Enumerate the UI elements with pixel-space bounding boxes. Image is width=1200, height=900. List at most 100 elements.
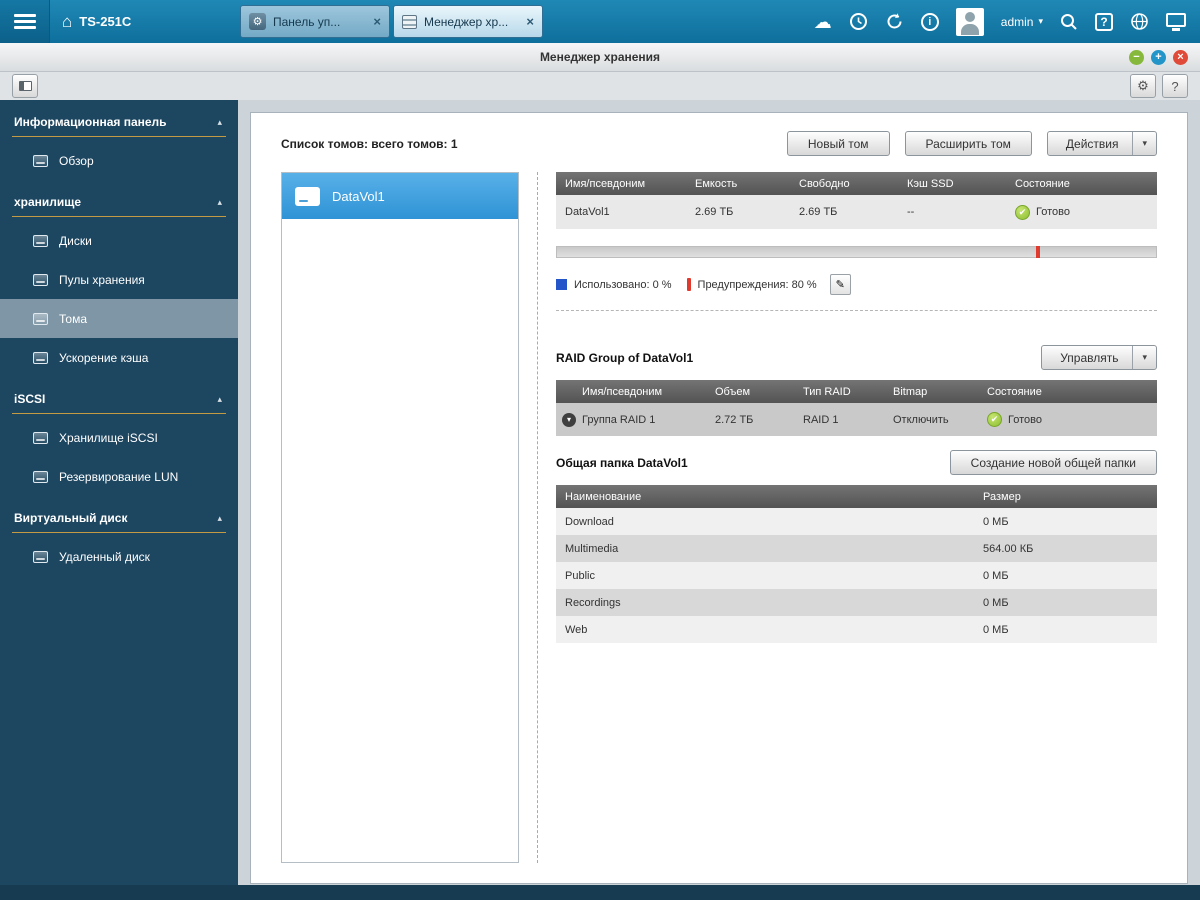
tab-label: Панель уп...	[273, 14, 341, 29]
storage-pools-icon	[33, 273, 48, 286]
user-menu[interactable]: admin ▾	[1001, 15, 1043, 29]
desktop-icon[interactable]	[1166, 12, 1186, 31]
tab-storage-manager[interactable]: Менеджер хр... ×	[393, 5, 543, 38]
settings-button[interactable]: ⚙	[1130, 74, 1156, 98]
used-legend-label: Использовано: 0 %	[574, 278, 672, 291]
sidebar-item-cache-acceleration[interactable]: Ускорение кэша	[0, 338, 238, 377]
sidebar-item-disks[interactable]: Диски	[0, 221, 238, 260]
main-panel: Список томов: всего томов: 1 Новый том Р…	[250, 112, 1188, 884]
volumes-toolbar: Список томов: всего томов: 1 Новый том Р…	[281, 131, 1157, 156]
share-row[interactable]: Web 0 МБ	[556, 616, 1157, 643]
sidebar-section-dashboard[interactable]: Информационная панель ▴	[0, 100, 238, 134]
raid-table-row[interactable]: ▾ Группа RAID 1 2.72 ТБ RAID 1 Отключить…	[556, 403, 1157, 436]
share-row[interactable]: Multimedia 564.00 КБ	[556, 535, 1157, 562]
device-home-button[interactable]: ⌂ TS-251C	[50, 12, 145, 32]
cell-raid-status: ✔ Готово	[978, 412, 1157, 427]
search-icon[interactable]	[1060, 13, 1078, 31]
new-volume-button[interactable]: Новый том	[786, 131, 890, 156]
volume-list-item[interactable]: DataVol1	[282, 173, 518, 219]
cell-share-size: 0 МБ	[983, 596, 1009, 609]
create-share-button[interactable]: Создание новой общей папки	[949, 450, 1157, 475]
chevron-down-icon: ▾	[1132, 132, 1156, 155]
cell-capacity: 2.69 ТБ	[695, 206, 734, 218]
used-legend-swatch	[556, 279, 567, 290]
warning-legend-label: Предупреждения: 80 %	[697, 278, 817, 291]
sidebar-item-overview[interactable]: Обзор	[0, 141, 238, 180]
storage-manager-icon	[402, 14, 417, 29]
minimize-button[interactable]: −	[1129, 50, 1144, 65]
table-header-row: Имя/псевдоним Объем Тип RAID Bitmap Сост…	[556, 380, 1157, 403]
volume-info-table: Имя/псевдоним Емкость Свободно Кэш SSD С…	[556, 172, 1157, 229]
cell-share-size: 564.00 КБ	[983, 542, 1034, 555]
shares-table: Наименование Размер Download 0 МБ Multim…	[556, 485, 1157, 643]
close-tab-icon[interactable]: ×	[373, 14, 381, 29]
status-ok-icon: ✔	[1015, 204, 1030, 220]
raid-title: RAID Group of DataVol1	[556, 350, 694, 365]
col-header: Имя/псевдоним	[565, 177, 646, 190]
iscsi-storage-icon	[33, 431, 48, 444]
cell-share-size: 0 МБ	[983, 623, 1009, 636]
globe-icon[interactable]	[1130, 12, 1149, 31]
col-header: Bitmap	[893, 385, 928, 398]
expand-row-icon[interactable]: ▾	[562, 412, 576, 427]
section-divider	[12, 413, 226, 414]
col-header: Кэш SSD	[907, 177, 954, 190]
edit-threshold-button[interactable]: ✎	[829, 274, 851, 295]
sidebar-section-iscsi[interactable]: iSCSI ▴	[0, 377, 238, 411]
cell-share-name: Download	[565, 515, 614, 528]
panel-layout-icon	[18, 81, 32, 91]
bottom-bar	[0, 885, 1200, 900]
cell-share-size: 0 МБ	[983, 515, 1009, 528]
overview-icon	[33, 154, 48, 167]
volume-table-row[interactable]: DataVol1 2.69 ТБ 2.69 ТБ -- ✔ Готово	[556, 195, 1157, 229]
topbar-actions: ☁ i admin ▾ ?	[814, 7, 1200, 36]
bitmap-toggle[interactable]: Отключить	[884, 414, 978, 426]
collapse-caret-icon: ▴	[217, 393, 222, 404]
tab-label: Менеджер хр...	[424, 14, 509, 29]
sidebar-item-storage-pools[interactable]: Пулы хранения	[0, 260, 238, 299]
sidebar-item-lun-backup[interactable]: Резервирование LUN	[0, 457, 238, 496]
sidebar-item-volumes[interactable]: Тома	[0, 299, 238, 338]
user-name: admin	[1000, 14, 1034, 29]
actions-button[interactable]: Действия ▾	[1046, 131, 1157, 156]
manage-button[interactable]: Управлять ▾	[1041, 345, 1157, 370]
col-header: Объем	[715, 385, 751, 398]
cell-raid-type: RAID 1	[803, 413, 839, 426]
info-icon[interactable]: i	[920, 12, 939, 31]
sidebar-item-iscsi-storage[interactable]: Хранилище iSCSI	[0, 418, 238, 457]
gear-icon: ⚙	[1137, 78, 1149, 93]
sidebar-section-storage[interactable]: хранилище ▴	[0, 180, 238, 214]
close-tab-icon[interactable]: ×	[526, 14, 534, 29]
collapse-caret-icon: ▴	[217, 116, 222, 127]
chevron-down-icon: ▾	[1132, 346, 1156, 369]
expand-volume-button[interactable]: Расширить том	[904, 131, 1032, 156]
cell-share-name: Recordings	[565, 596, 621, 609]
col-header: Емкость	[695, 177, 738, 190]
tab-control-panel[interactable]: ⚙ Панель уп... ×	[240, 5, 390, 38]
help-icon[interactable]: ?	[1095, 12, 1113, 31]
sidebar-item-remote-disk[interactable]: Удаленный диск	[0, 537, 238, 576]
volume-list: DataVol1	[281, 172, 519, 863]
volume-action-buttons: Новый том Расширить том Действия ▾	[786, 131, 1157, 156]
cloud-icon[interactable]: ☁	[814, 13, 832, 31]
share-row[interactable]: Recordings 0 МБ	[556, 589, 1157, 616]
maximize-button[interactable]: +	[1151, 50, 1166, 65]
main-menu-button[interactable]	[0, 0, 50, 43]
sidebar-section-virtual-disk[interactable]: Виртуальный диск ▴	[0, 496, 238, 530]
clock-icon[interactable]	[849, 12, 868, 31]
volume-detail: Имя/псевдоним Емкость Свободно Кэш SSD С…	[556, 172, 1157, 863]
refresh-icon[interactable]	[885, 12, 904, 31]
toggle-sidebar-button[interactable]	[12, 74, 38, 98]
help-button[interactable]: ?	[1162, 74, 1188, 98]
share-row[interactable]: Download 0 МБ	[556, 508, 1157, 535]
shares-title: Общая папка DataVol1	[556, 455, 688, 470]
window-controls: − + ×	[1129, 50, 1188, 65]
volume-name: DataVol1	[332, 188, 385, 204]
status-text: Готово	[1008, 413, 1042, 426]
collapse-caret-icon: ▴	[217, 196, 222, 207]
cell-share-name: Multimedia	[565, 542, 619, 555]
share-row[interactable]: Public 0 МБ	[556, 562, 1157, 589]
close-window-button[interactable]: ×	[1173, 50, 1188, 65]
horizontal-divider	[556, 310, 1157, 311]
user-avatar[interactable]	[955, 7, 984, 36]
